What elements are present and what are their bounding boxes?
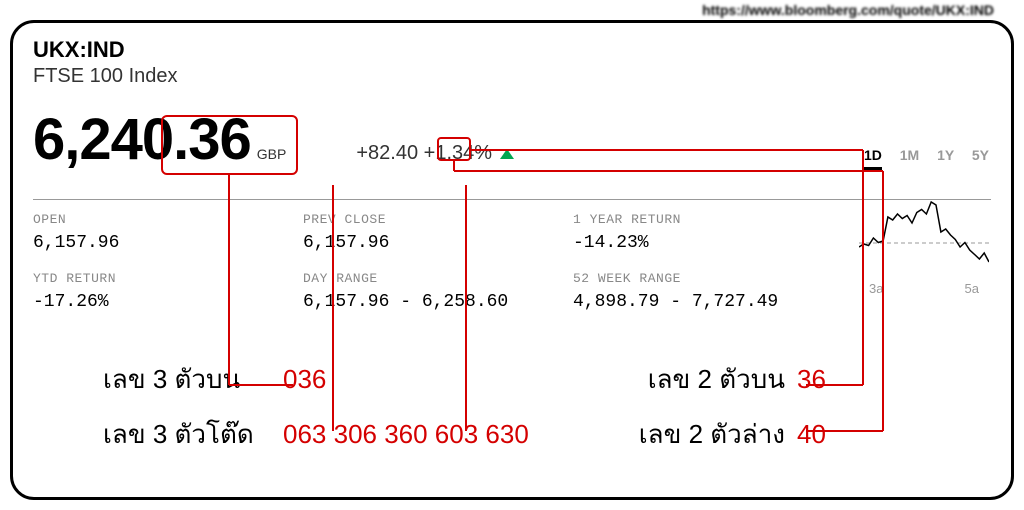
tick-5a: 5a [965, 281, 979, 296]
lotto-todo3-value: 063 306 360 603 630 [283, 419, 563, 450]
time-range-tabs: 1D 1M 1Y 5Y [850, 147, 989, 163]
lotto-top3-label: เลข 3 ตัวบน [103, 359, 283, 400]
stat-label: 52 WEEK RANGE [573, 271, 843, 286]
price-row: 6,240.36 GBP +82.40 +1.34% [33, 106, 991, 173]
stat-label: PREV CLOSE [303, 212, 573, 227]
stats-grid: OPEN 6,157.96 PREV CLOSE 6,157.96 1 YEAR… [33, 212, 991, 312]
lotto-row-1: เลข 3 ตัวบน 036 เลข 2 ตัวบน 36 [103, 359, 991, 400]
change-abs-40: 40 [396, 142, 418, 165]
stat-value: 6,157.96 - 6,258.60 [303, 292, 573, 312]
stat-label: DAY RANGE [303, 271, 573, 286]
up-triangle-icon [500, 149, 514, 159]
stat-value: 6,157.96 [303, 233, 573, 253]
stat-1yr-return: 1 YEAR RETURN -14.23% [573, 212, 843, 253]
tab-1d[interactable]: 1D [864, 147, 882, 170]
lotto-top2-label: เลข 2 ตัวบน [615, 359, 785, 400]
index-name: FTSE 100 Index [33, 65, 991, 88]
lotto-panel: เลข 3 ตัวบน 036 เลข 2 ตัวบน 36 เลข 3 ตัว… [103, 359, 991, 469]
lotto-row-2: เลข 3 ตัวโต๊ด 063 306 360 603 630 เลข 2 … [103, 414, 991, 455]
stat-ytd-return: YTD RETURN -17.26% [33, 271, 303, 312]
lotto-bottom2-label: เลข 2 ตัวล่าง [615, 414, 785, 455]
stat-prev-close: PREV CLOSE 6,157.96 [303, 212, 573, 253]
lotto-bottom2-value: 40 [797, 419, 826, 450]
divider [33, 199, 991, 200]
stat-52week-range: 52 WEEK RANGE 4,898.79 - 7,727.49 [573, 271, 843, 312]
stat-value: 4,898.79 - 7,727.49 [573, 292, 843, 312]
tick-3a: 3a [869, 281, 883, 296]
change-block: +82.40 +1.34% [356, 142, 514, 165]
stat-label: OPEN [33, 212, 303, 227]
stat-value: -17.26% [33, 292, 303, 312]
lotto-todo3-label: เลข 3 ตัวโต๊ด [103, 414, 283, 455]
quote-card: UKX:IND FTSE 100 Index 6,240.36 GBP +82.… [10, 20, 1014, 500]
change-pct: +1.34% [424, 142, 492, 165]
stat-day-range: DAY RANGE 6,157.96 - 6,258.60 [303, 271, 573, 312]
stat-value: 6,157.96 [33, 233, 303, 253]
lotto-top3-value: 036 [283, 364, 563, 395]
tab-5y[interactable]: 5Y [972, 147, 989, 163]
lotto-top2-value: 36 [797, 364, 826, 395]
stat-value: -14.23% [573, 233, 843, 253]
change-abs-prefix: +82 [356, 142, 390, 165]
tab-1m[interactable]: 1M [900, 147, 919, 163]
mini-chart-times: 3a 5a [869, 281, 979, 296]
ticker-symbol: UKX:IND [33, 37, 991, 63]
last-price: 6,240.36 [33, 106, 251, 173]
tab-1y[interactable]: 1Y [937, 147, 954, 163]
stat-label: YTD RETURN [33, 271, 303, 286]
mini-intraday-chart [859, 187, 989, 277]
stat-label: 1 YEAR RETURN [573, 212, 843, 227]
currency-label: GBP [257, 146, 287, 162]
stat-open: OPEN 6,157.96 [33, 212, 303, 253]
source-url: https://www.bloomberg.com/quote/UKX:IND [702, 2, 994, 18]
